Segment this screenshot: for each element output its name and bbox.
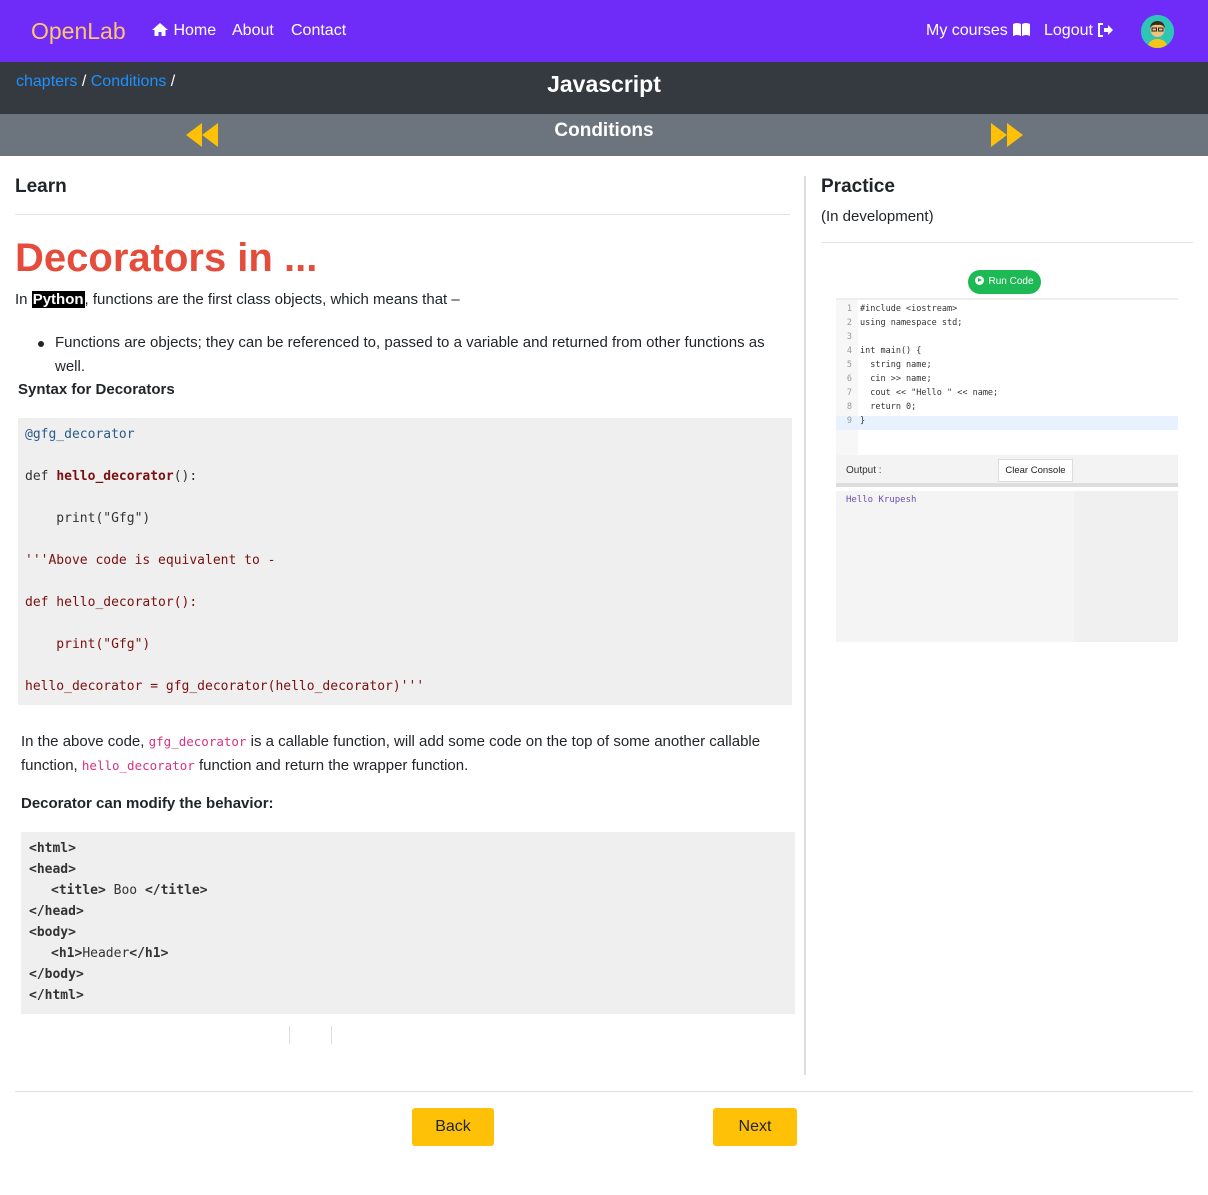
editor-line: 7 cout << "Hello " << name; (846, 388, 999, 398)
divider (821, 242, 1193, 243)
intro-suffix: , functions are the first class objects,… (84, 291, 460, 308)
run-code-label: Run Code (988, 276, 1034, 287)
code-line: <head> (29, 862, 76, 877)
code-line: '''Above code is equivalent to - (25, 553, 276, 568)
top-navbar: OpenLab Home About Contact My courses Lo… (0, 0, 1208, 62)
code-line: def hello_decorator(): (25, 595, 198, 610)
back-button[interactable]: Back (412, 1108, 494, 1146)
code-editor[interactable]: 1 #include <iostream> 2 using namespace st… (836, 298, 1178, 456)
editor-line: 2 using namespace std; (846, 318, 963, 328)
inline-code: gfg_decorator (148, 734, 247, 749)
inline-code: hello_decorator (81, 758, 195, 773)
logout-icon (1098, 23, 1114, 37)
code-block-syntax: @gfg_decorator def hello_decorator(): pr… (18, 418, 792, 705)
output-console: Hello Krupesh (836, 491, 1178, 642)
console-output: Hello Krupesh (846, 495, 917, 505)
editor-line: 5 string name; (846, 360, 932, 370)
next-button[interactable]: Next (713, 1108, 797, 1146)
editor-line: 6 cin >> name; (846, 374, 932, 384)
avatar[interactable] (1141, 15, 1174, 48)
nav-contact-link[interactable]: Contact (291, 22, 346, 40)
book-icon (1013, 23, 1031, 36)
nav-home-label: Home (173, 22, 217, 39)
divider (15, 1091, 1193, 1092)
brand-logo[interactable]: OpenLab (31, 18, 126, 45)
code-line: hello_decorator = gfg_decorator(hello_de… (25, 679, 425, 694)
modify-heading: Decorator can modify the behavior: (21, 795, 274, 812)
run-code-button[interactable]: Run Code (968, 270, 1041, 294)
bullet-text: Functions are objects; they can be refer… (55, 334, 765, 375)
editor-line-active: 9} (836, 416, 1178, 430)
code-line: </body> (29, 967, 84, 982)
my-courses-link[interactable]: My courses (926, 22, 1031, 40)
nav-home-link[interactable]: Home (151, 22, 216, 40)
editor-line: 4 int main() { (846, 346, 922, 356)
logout-label: Logout (1044, 22, 1093, 39)
learn-heading: Learn (15, 176, 67, 197)
syntax-heading: Syntax for Decorators (18, 381, 175, 398)
my-courses-label: My courses (926, 22, 1008, 39)
code-line: <html> (29, 841, 76, 856)
fast-forward-icon (991, 123, 1023, 147)
lesson-title: Decorators in ... (15, 236, 318, 280)
play-icon (975, 276, 985, 285)
column-divider (804, 176, 806, 1075)
code-line: print("Gfg") (25, 637, 151, 652)
code-line: </head> (29, 904, 84, 919)
practice-status: (In development) (821, 208, 934, 225)
course-bar: chapters / Conditions / Javascript (0, 62, 1208, 114)
chapter-bar: Conditions (0, 114, 1208, 156)
code-line: </html> (29, 988, 84, 1003)
nav-about-link[interactable]: About (232, 22, 274, 40)
list-item: Functions are objects; they can be refer… (38, 331, 790, 379)
editor-line: 3 (846, 332, 852, 342)
explanation-paragraph: In the above code, gfg_decorator is a ca… (21, 733, 761, 774)
code-line: @gfg_decorator (25, 427, 135, 442)
logout-link[interactable]: Logout (1044, 22, 1114, 40)
divider (15, 214, 790, 215)
editor-line: 8 return 0; (846, 402, 917, 412)
intro-prefix: In (15, 291, 28, 308)
code-line: <body> (29, 925, 76, 940)
code-line: def hello_decorator(): (25, 469, 198, 484)
code-line: <title> Boo </title> (51, 883, 208, 898)
clear-console-button[interactable]: Clear Console (998, 459, 1073, 482)
code-block-html: <html> <head> <title> Boo </title> </hea… (21, 832, 795, 1014)
practice-heading: Practice (821, 176, 895, 197)
practice-section: Practice (In development) (821, 176, 1193, 243)
intro-text: In Python, functions are the first class… (15, 291, 790, 308)
home-icon (152, 23, 168, 36)
editor-line: 1 #include <iostream> (846, 304, 958, 314)
output-toolbar: Output : Clear Console (836, 455, 1178, 487)
output-label: Output : (846, 465, 882, 476)
course-title: Javascript (547, 71, 661, 97)
learn-section: Learn (15, 176, 790, 215)
code-line: <h1>Header</h1> (51, 946, 169, 961)
python-highlight: Python (31, 291, 85, 308)
console-side-pane (1074, 491, 1178, 642)
chapter-title: Conditions (554, 120, 654, 141)
code-line: print("Gfg") (25, 511, 151, 526)
next-chapter-button[interactable] (989, 121, 1025, 149)
